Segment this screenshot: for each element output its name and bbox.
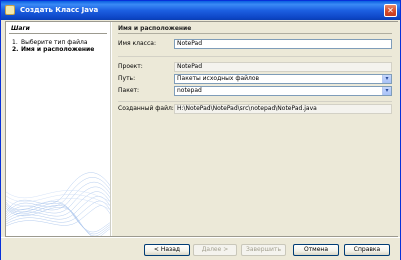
java-cup-icon — [5, 5, 15, 15]
location-dropdown-value: Пакеты исходных файлов — [177, 75, 260, 82]
dialog-body: Шаги 1. Выберите тип файла 2. Имя и распол… — [5, 21, 398, 237]
title-bar[interactable]: Создать Класс Java ✕ — [1, 1, 400, 20]
step-number: 1. — [12, 39, 18, 46]
project-label: Проект: — [118, 63, 143, 70]
class-name-field[interactable]: NotePad — [174, 39, 392, 49]
help-button[interactable]: Справка — [344, 244, 390, 256]
created-file-label: Созданный файл: — [118, 105, 174, 112]
step-item-choose-file-type: 1. Выберите тип файла — [12, 39, 88, 46]
created-file-field: H:\NotePad\NotePad\src\notepad\NotePad.j… — [174, 104, 392, 114]
section-title: Имя и расположение — [118, 25, 192, 32]
form-divider — [118, 56, 392, 57]
step-label: Имя и расположение — [21, 46, 95, 53]
class-name-label: Имя класса: — [118, 40, 156, 47]
name-and-location-panel: Имя и расположение Имя класса: NotePad П… — [112, 22, 398, 236]
location-dropdown[interactable]: Пакеты исходных файлов ▾ — [174, 74, 392, 84]
package-combobox[interactable]: notepad ▾ — [174, 86, 392, 96]
step-label: Выберите тип файла — [21, 39, 88, 46]
chevron-down-icon[interactable]: ▾ — [382, 87, 391, 95]
close-button[interactable]: ✕ — [384, 4, 397, 17]
cancel-button[interactable]: Отмена — [293, 244, 339, 256]
package-label: Пакет: — [118, 87, 140, 94]
finish-button[interactable]: Завершить — [241, 244, 286, 256]
button-bar: < Назад Далее > Завершить Отмена Справка — [1, 237, 400, 260]
new-java-class-dialog: Создать Класс Java ✕ Шаги 1. Выберите тип… — [0, 0, 401, 260]
next-button[interactable]: Далее > — [193, 244, 237, 256]
location-label: Путь: — [118, 75, 136, 82]
steps-pane: Шаги 1. Выберите тип файла 2. Имя и распол… — [6, 22, 111, 236]
project-field: NotePad — [174, 62, 392, 72]
package-combobox-value: notepad — [177, 87, 202, 94]
back-button[interactable]: < Назад — [144, 244, 190, 256]
decorative-waves-graphic — [6, 172, 110, 236]
section-divider — [118, 33, 392, 34]
step-item-name-and-location: 2. Имя и расположение — [12, 46, 94, 53]
form-divider — [118, 101, 392, 102]
steps-heading: Шаги — [11, 25, 30, 32]
step-number: 2. — [12, 46, 19, 53]
window-title: Создать Класс Java — [20, 6, 99, 14]
steps-divider — [9, 33, 107, 34]
chevron-down-icon[interactable]: ▾ — [382, 75, 391, 83]
